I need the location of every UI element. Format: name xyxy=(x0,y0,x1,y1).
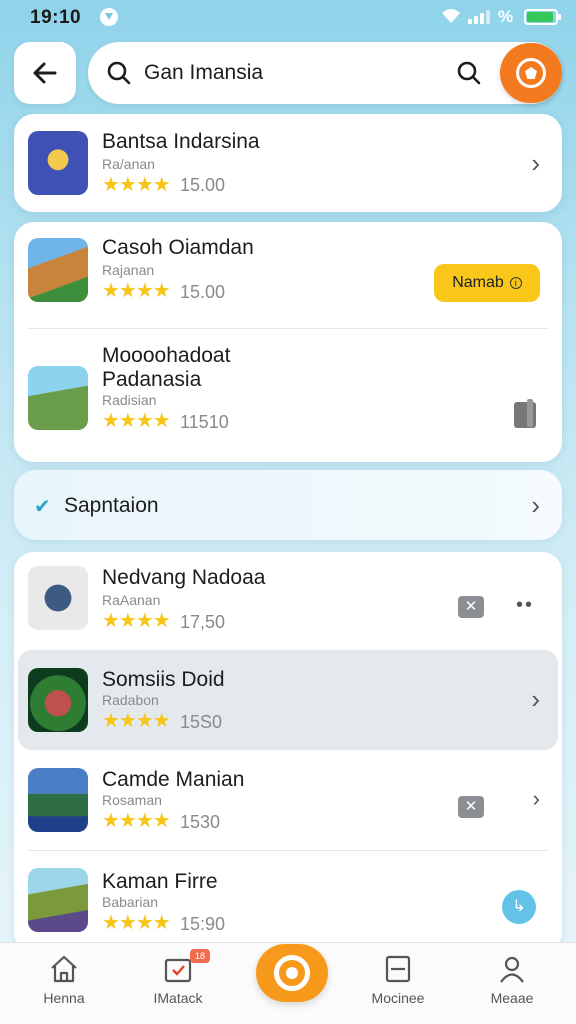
app-title-line-2: Padanasia xyxy=(102,368,202,391)
app-thumbnail xyxy=(28,868,88,932)
rating-count: 17,50 xyxy=(180,612,226,632)
rating-stars: ★★★★ xyxy=(102,410,171,432)
rating-count: 15S0 xyxy=(180,712,223,732)
app-thumbnail xyxy=(28,768,88,832)
rating-count: 15.00 xyxy=(180,282,226,302)
download-icon[interactable]: ↳ xyxy=(502,890,536,924)
search-bar[interactable]: Gan Imansia xyxy=(88,42,562,104)
app-title: Nedvang Nadoaa xyxy=(102,566,266,589)
app-title: Kaman Firre xyxy=(102,870,218,893)
chevron-right-icon[interactable]: › xyxy=(531,490,540,521)
status-bar: 19:10 % xyxy=(0,0,576,36)
app-thumbnail xyxy=(28,238,88,302)
chevron-right-icon[interactable]: › xyxy=(531,148,540,179)
status-time: 19:10 xyxy=(30,7,82,28)
check-icon: ✔ xyxy=(34,496,51,518)
app-subtitle: Rajanan xyxy=(102,262,155,278)
app-thumbnail xyxy=(28,566,88,630)
rating-stars: ★★★★ xyxy=(102,810,171,832)
app-thumbnail xyxy=(28,366,88,430)
featured-app-card[interactable]: Bantsa Indarsina Ra/anan ★★★★ 15.00 › xyxy=(14,114,562,212)
shield-icon xyxy=(516,58,546,88)
app-thumbnail xyxy=(28,131,88,195)
more-options-icon[interactable]: •• xyxy=(516,594,534,617)
nav-label: Meaae xyxy=(490,990,534,1006)
nav-item-more[interactable]: Mocinee xyxy=(348,943,448,1024)
app-title: Casoh Oiamdan xyxy=(102,236,254,259)
list-item[interactable]: Somsiis Doid Radabon ★★★★ 15S0 › xyxy=(14,650,562,750)
rating-count: 15:90 xyxy=(180,914,226,934)
rating-stars: ★★★★ xyxy=(102,912,171,934)
app-thumbnail xyxy=(28,668,88,732)
search-input[interactable]: Gan Imansia xyxy=(144,61,263,85)
search-icon xyxy=(107,61,131,85)
rating-stars: ★★★★ xyxy=(102,610,171,632)
search-submit-icon[interactable] xyxy=(456,60,482,86)
rating-stars: ★★★★ xyxy=(102,174,171,196)
app-group-card: Casoh Oiamdan Rajanan ★★★★ 15.00 Namab i… xyxy=(14,222,562,462)
install-button-label: Namab xyxy=(452,274,504,291)
nav-item-home[interactable]: Henna xyxy=(14,943,114,1024)
app-subtitle: Radisian xyxy=(102,392,157,408)
battery-percent: % xyxy=(498,7,514,26)
battery-icon xyxy=(524,9,561,25)
section-title: Sapntaion xyxy=(64,494,159,517)
shield-action-button[interactable] xyxy=(500,43,562,103)
section-header[interactable]: ✔ Sapntaion › xyxy=(14,470,562,540)
app-title: Camde Manian xyxy=(102,768,245,791)
chevron-right-icon[interactable]: › xyxy=(531,684,540,715)
list-item[interactable]: Moooohadoat Padanasia Radisian ★★★★ 1151… xyxy=(14,328,562,462)
nav-label: Mocinee xyxy=(371,990,425,1006)
app-subtitle: Ra/anan xyxy=(102,156,155,172)
list-item[interactable]: Kaman Firre Babarian ★★★★ 15:90 ↳ xyxy=(14,850,562,952)
nav-item-profile[interactable]: Meaae xyxy=(462,943,562,1024)
nav-label: Henna xyxy=(43,990,85,1006)
rating-count: 15.00 xyxy=(180,175,226,195)
rating-stars: ★★★★ xyxy=(102,710,171,732)
rating-count: 11510 xyxy=(180,412,229,432)
app-title: Moooohadoat xyxy=(102,344,231,367)
app-list-card: Nedvang Nadoaa RaAanan ★★★★ 17,50 ✕ •• S… xyxy=(14,552,562,952)
home-icon xyxy=(51,955,77,983)
list-item[interactable]: Camde Manian Rosaman ★★★★ 1530 ✕ › xyxy=(14,750,562,850)
wifi-icon xyxy=(442,9,460,23)
app-subtitle: Radabon xyxy=(102,692,159,708)
rating-stars: ★★★★ xyxy=(102,280,171,302)
list-item[interactable]: Nedvang Nadoaa RaAanan ★★★★ 17,50 ✕ •• xyxy=(14,552,562,650)
signal-icon xyxy=(468,8,492,24)
list-item[interactable]: Casoh Oiamdan Rajanan ★★★★ 15.00 Namab i xyxy=(14,222,562,328)
vpn-icon xyxy=(100,8,118,26)
app-subtitle: RaAanan xyxy=(102,592,161,608)
app-subtitle: Rosaman xyxy=(102,792,162,808)
install-button[interactable]: Namab i xyxy=(434,264,540,302)
document-icon[interactable] xyxy=(514,399,536,428)
person-icon xyxy=(500,956,524,983)
close-icon[interactable]: ✕ xyxy=(458,796,484,818)
info-icon: i xyxy=(509,277,522,289)
notification-badge: 18 xyxy=(190,949,210,963)
app-title: Somsiis Doid xyxy=(102,668,225,691)
back-button[interactable] xyxy=(14,42,76,104)
nav-label: IMatack xyxy=(153,990,203,1006)
square-minus-icon xyxy=(385,955,411,983)
nav-center-button[interactable] xyxy=(256,944,328,1002)
app-title: Bantsa Indarsina xyxy=(102,130,260,153)
rating-count: 1530 xyxy=(180,812,221,832)
brand-center-icon xyxy=(274,955,310,991)
nav-item-matches[interactable]: 18 IMatack xyxy=(128,943,228,1024)
app-subtitle: Babarian xyxy=(102,894,159,910)
back-arrow-icon xyxy=(33,62,57,84)
arrow-right-icon[interactable]: › xyxy=(533,786,540,812)
close-icon[interactable]: ✕ xyxy=(458,596,484,618)
